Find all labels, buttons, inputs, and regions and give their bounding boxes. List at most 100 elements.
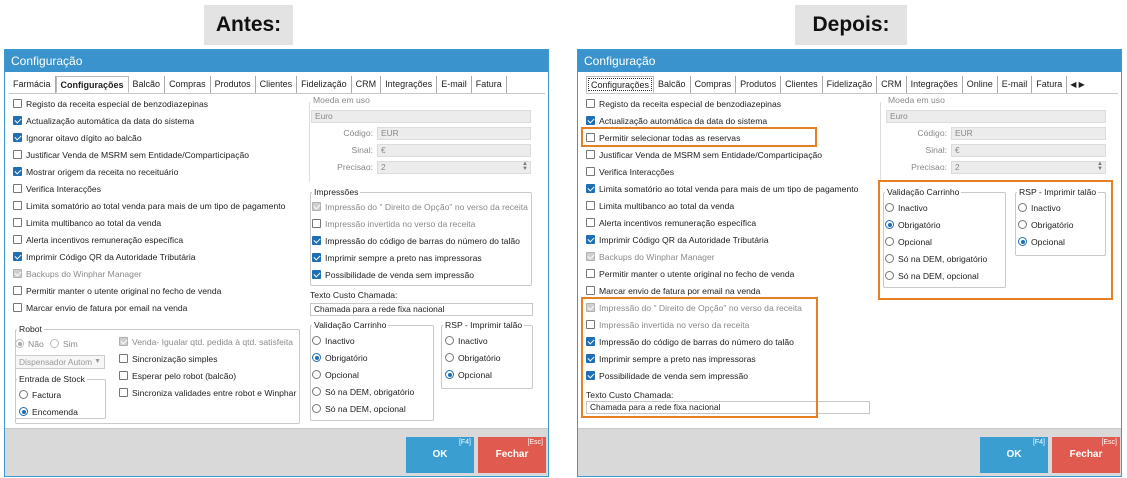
tab-crm[interactable]: CRM: [352, 76, 382, 93]
option-justificar-venda-de-msrm-sem-entidade-co-checkbox[interactable]: Justificar Venda de MSRM sem Entidade/Co…: [13, 148, 249, 162]
stock-encomenda-radio[interactable]: Encomenda: [19, 405, 78, 419]
rsp-opcional-radio[interactable]: Opcional: [445, 368, 492, 382]
robot-option-sincroniza-validades-entre-robot-e-winph-checkbox[interactable]: Sincroniza validades entre robot e Winph…: [119, 386, 296, 400]
option-permitir-manter-o-utente-original-no-fec-checkbox[interactable]: Permitir manter o utente original no fec…: [13, 284, 221, 298]
rsp-inactivo-radio[interactable]: Inactivo: [445, 334, 488, 348]
option-verifica-interaccoes-checkbox[interactable]: Verifica Interacções: [13, 182, 101, 196]
highlight-moved-prints-options: [581, 297, 818, 418]
tab-farmacia[interactable]: Farmácia: [9, 76, 56, 93]
radio-indicator: [15, 339, 24, 348]
tab-fidelizacao[interactable]: Fidelização: [297, 76, 352, 93]
rsp-obrigatorio-radio[interactable]: Obrigatório: [445, 351, 501, 365]
checkbox-indicator: [586, 116, 595, 125]
tab-fatura[interactable]: Fatura: [1032, 76, 1068, 93]
custo-input[interactable]: Chamada para a rede fixa nacional: [310, 303, 533, 316]
option-limita-somatorio-ao-total-venda-para-mai-checkbox[interactable]: Limita somatório ao total venda para mai…: [13, 199, 285, 213]
tab-fatura[interactable]: Fatura: [472, 76, 507, 93]
option-limita-somatorio-ao-total-venda-para-mai-checkbox[interactable]: Limita somatório ao total venda para mai…: [586, 182, 858, 196]
tab-email[interactable]: E-mail: [437, 76, 472, 93]
option-ignorar-oitavo-digito-ao-balcao-checkbox[interactable]: Ignorar oitavo dígito ao balcão: [13, 131, 142, 145]
currency-sign-field[interactable]: €: [377, 144, 531, 157]
currency-precision-stepper[interactable]: 2 ▲ ▼: [951, 161, 1106, 174]
print-option-impressao-do-codigo-de-barras-do-numero--checkbox[interactable]: Impressão do código de barras do número …: [312, 234, 520, 248]
option-alerta-incentivos-remuneracao-especifica-checkbox[interactable]: Alerta incentivos remuneração específica: [13, 233, 183, 247]
currency-sign-label: Sinal:: [925, 145, 948, 155]
robot-option-sincronizacao-simples-checkbox[interactable]: Sincronização simples: [119, 352, 218, 366]
tab-balcao[interactable]: Balcão: [129, 76, 166, 93]
checkbox-label: Possibilidade de venda sem impressão: [325, 270, 475, 280]
stock-factura-radio[interactable]: Factura: [19, 388, 61, 402]
option-registo-da-receita-especial-de-benzodiaz-checkbox[interactable]: Registo da receita especial de benzodiaz…: [586, 97, 781, 111]
option-limita-multibanco-ao-total-da-venda-checkbox[interactable]: Limita multibanco ao total da venda: [13, 216, 161, 230]
option-verifica-interaccoes-checkbox[interactable]: Verifica Interacções: [586, 165, 674, 179]
tab-compras[interactable]: Compras: [165, 76, 211, 93]
option-actualizacao-automatica-da-data-do-siste-checkbox[interactable]: Actualização automática da data do siste…: [13, 114, 194, 128]
validation-so-na-dem-opcional-radio[interactable]: Só na DEM, opcional: [312, 402, 406, 416]
dispenser-select[interactable]: Dispensador Autom ▼: [15, 355, 105, 369]
currency-name-field[interactable]: Euro: [886, 110, 1106, 123]
option-marcar-envio-de-fatura-por-email-na-vend-checkbox[interactable]: Marcar envio de fatura por email na vend…: [586, 284, 760, 298]
tab-clientes[interactable]: Clientes: [781, 76, 823, 93]
tab-integracoes[interactable]: Integrações: [907, 76, 963, 93]
tab-clientes[interactable]: Clientes: [256, 76, 298, 93]
option-mostrar-origem-da-receita-no-receituario-checkbox[interactable]: Mostrar origem da receita no receituário: [13, 165, 178, 179]
tab-produtos[interactable]: Produtos: [211, 76, 256, 93]
checkbox-indicator: [586, 184, 595, 193]
validation-title: Validação Carrinho: [312, 320, 389, 331]
robot-no-radio[interactable]: Não: [15, 337, 44, 351]
tab-balcao[interactable]: Balcão: [654, 76, 691, 93]
radio-indicator: [445, 353, 454, 362]
checkbox-indicator: [119, 371, 128, 380]
validation-opcional-radio[interactable]: Opcional: [312, 368, 359, 382]
checkbox-indicator: [13, 150, 22, 159]
currency-precision-stepper[interactable]: 2 ▲ ▼: [377, 161, 531, 174]
print-option-possibilidade-de-venda-sem-impressao-checkbox[interactable]: Possibilidade de venda sem impressão: [312, 268, 474, 282]
robot-yes-radio[interactable]: Sim: [50, 337, 78, 351]
currency-sign-field[interactable]: €: [951, 144, 1106, 157]
tab-fidelizacao[interactable]: Fidelização: [823, 76, 878, 93]
prints-title: Impressões: [312, 187, 361, 198]
radio-label: Só na DEM, obrigatório: [325, 387, 415, 397]
option-permitir-manter-o-utente-original-no-fec-checkbox[interactable]: Permitir manter o utente original no fec…: [586, 267, 794, 281]
option-registo-da-receita-especial-de-benzodiaz-checkbox[interactable]: Registo da receita especial de benzodiaz…: [13, 97, 208, 111]
currency-code-label: Código:: [917, 128, 947, 138]
validation-so-na-dem-obrigatorio-radio[interactable]: Só na DEM, obrigatório: [312, 385, 414, 399]
option-alerta-incentivos-remuneracao-especifica-checkbox[interactable]: Alerta incentivos remuneração específica: [586, 216, 756, 230]
ok-button[interactable]: [F4] OK: [406, 437, 474, 473]
tab-crm[interactable]: CRM: [877, 76, 907, 93]
option-limita-multibanco-ao-total-da-venda-checkbox[interactable]: Limita multibanco ao total da venda: [586, 199, 734, 213]
option-marcar-envio-de-fatura-por-email-na-vend-checkbox[interactable]: Marcar envio de fatura por email na vend…: [13, 301, 187, 315]
ok-button[interactable]: [F4] OK: [980, 437, 1048, 473]
robot-option-esperar-pelo-robot-balcao-checkbox[interactable]: Esperar pelo robot (balcão): [119, 369, 236, 383]
checkbox-indicator: [13, 133, 22, 142]
option-backups-do-winphar-manager-checkbox: Backups do Winphar Manager: [586, 250, 715, 264]
currency-code-field[interactable]: EUR: [951, 127, 1106, 140]
tab-online[interactable]: Online: [963, 76, 998, 93]
option-imprimir-codigo-qr-da-autoridade-tributa-checkbox[interactable]: Imprimir Código QR da Autoridade Tributá…: [586, 233, 769, 247]
radio-label: Opcional: [325, 370, 359, 380]
currency-name-field[interactable]: Euro: [311, 110, 531, 123]
option-justificar-venda-de-msrm-sem-entidade-co-checkbox[interactable]: Justificar Venda de MSRM sem Entidade/Co…: [586, 148, 822, 162]
checkbox-indicator: [119, 337, 128, 346]
option-actualizacao-automatica-da-data-do-siste-checkbox[interactable]: Actualização automática da data do siste…: [586, 114, 767, 128]
tab-configuracoes[interactable]: Configurações: [586, 76, 655, 93]
tab-configuracoes[interactable]: Configurações: [55, 76, 129, 93]
print-option-imprimir-sempre-a-preto-nas-impressoras-checkbox[interactable]: Imprimir sempre a preto nas impressoras: [312, 251, 482, 265]
option-imprimir-codigo-qr-da-autoridade-tributa-checkbox[interactable]: Imprimir Código QR da Autoridade Tributá…: [13, 250, 196, 264]
highlight-new-reservations-option: [581, 127, 817, 147]
currency-code-field[interactable]: EUR: [377, 127, 531, 140]
tab-compras[interactable]: Compras: [691, 76, 737, 93]
tab-email[interactable]: E-mail: [998, 76, 1033, 93]
checkbox-label: Sincronização simples: [132, 354, 218, 364]
validation-inactivo-radio[interactable]: Inactivo: [312, 334, 355, 348]
currency-precision-label: Precisao:: [337, 162, 373, 172]
radio-label: Só na DEM, opcional: [325, 404, 406, 414]
stock-entry-title: Entrada de Stock: [17, 374, 87, 385]
tab-integracoes[interactable]: Integrações: [381, 76, 438, 93]
close-button[interactable]: [Esc] Fechar: [478, 437, 546, 473]
tab-scroll-arrows-icon[interactable]: ◀ ▶: [1067, 76, 1085, 93]
after-tab-bar: Configurações Balcão Compras Produtos Client…: [586, 76, 1118, 94]
close-button[interactable]: [Esc] Fechar: [1052, 437, 1120, 473]
tab-produtos[interactable]: Produtos: [736, 76, 782, 93]
validation-obrigatorio-radio[interactable]: Obrigatório: [312, 351, 368, 365]
